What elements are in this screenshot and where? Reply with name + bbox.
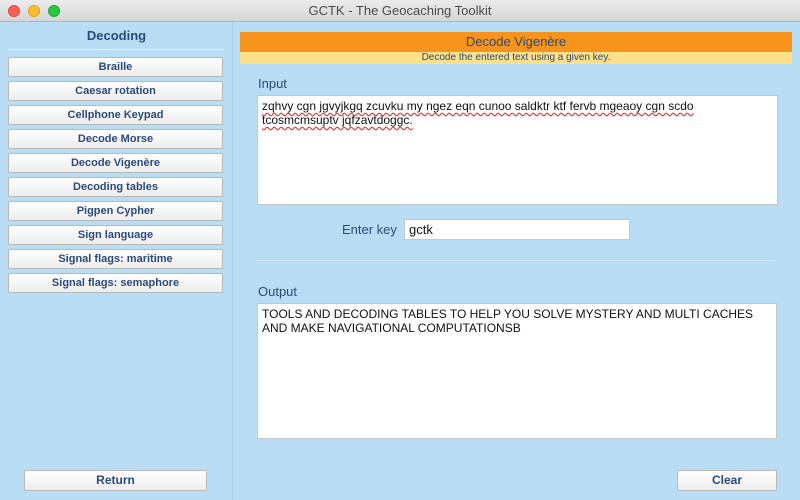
main-panel: Decode Vigenère Decode the entered text … (234, 22, 800, 500)
key-label: Enter key (342, 222, 397, 237)
sidebar-item-pigpen-cypher[interactable]: Pigpen Cypher (8, 201, 223, 221)
title-bar: GCTK - The Geocaching Toolkit (0, 0, 800, 22)
page-title: Decode Vigenère (240, 32, 792, 52)
minimize-window-icon[interactable] (28, 5, 40, 17)
sidebar-item-decoding-tables[interactable]: Decoding tables (8, 177, 223, 197)
window-body: Decoding Braille Caesar rotation Cellpho… (0, 22, 800, 500)
input-label: Input (258, 76, 287, 91)
key-input[interactable] (404, 219, 630, 240)
output-text-value: TOOLS AND DECODING TABLES TO HELP YOU SO… (262, 307, 754, 335)
clear-button[interactable]: Clear (677, 470, 777, 491)
zoom-window-icon[interactable] (48, 5, 60, 17)
output-label: Output (258, 284, 298, 299)
sidebar-item-braille[interactable]: Braille (8, 57, 223, 77)
sidebar-title: Decoding (86, 28, 147, 43)
sidebar-item-decode-morse[interactable]: Decode Morse (8, 129, 223, 149)
sidebar-divider (8, 49, 224, 50)
window-title: GCTK - The Geocaching Toolkit (308, 3, 492, 18)
sidebar-item-decode-vigenere[interactable]: Decode Vigenère (8, 153, 223, 173)
output-textarea[interactable]: TOOLS AND DECODING TABLES TO HELP YOU SO… (257, 303, 777, 439)
sidebar-nav: Braille Caesar rotation Cellphone Keypad… (8, 57, 223, 297)
sidebar-item-signal-flags-semaphore[interactable]: Signal flags: semaphore (8, 273, 223, 293)
sidebar-item-signal-flags-maritime[interactable]: Signal flags: maritime (8, 249, 223, 269)
input-text-value: zqhvy cgn jgvyjkgq zcuvku my ngez eqn cu… (262, 99, 694, 127)
page-subtitle: Decode the entered text using a given ke… (240, 52, 792, 64)
close-window-icon[interactable] (8, 5, 20, 17)
input-textarea[interactable]: zqhvy cgn jgvyjkgq zcuvku my ngez eqn cu… (257, 95, 778, 205)
sidebar-item-caesar-rotation[interactable]: Caesar rotation (8, 81, 223, 101)
sidebar: Decoding Braille Caesar rotation Cellpho… (0, 22, 233, 500)
return-button[interactable]: Return (24, 470, 207, 491)
sidebar-item-cellphone-keypad[interactable]: Cellphone Keypad (8, 105, 223, 125)
sidebar-item-sign-language[interactable]: Sign language (8, 225, 223, 245)
section-divider (256, 260, 776, 261)
